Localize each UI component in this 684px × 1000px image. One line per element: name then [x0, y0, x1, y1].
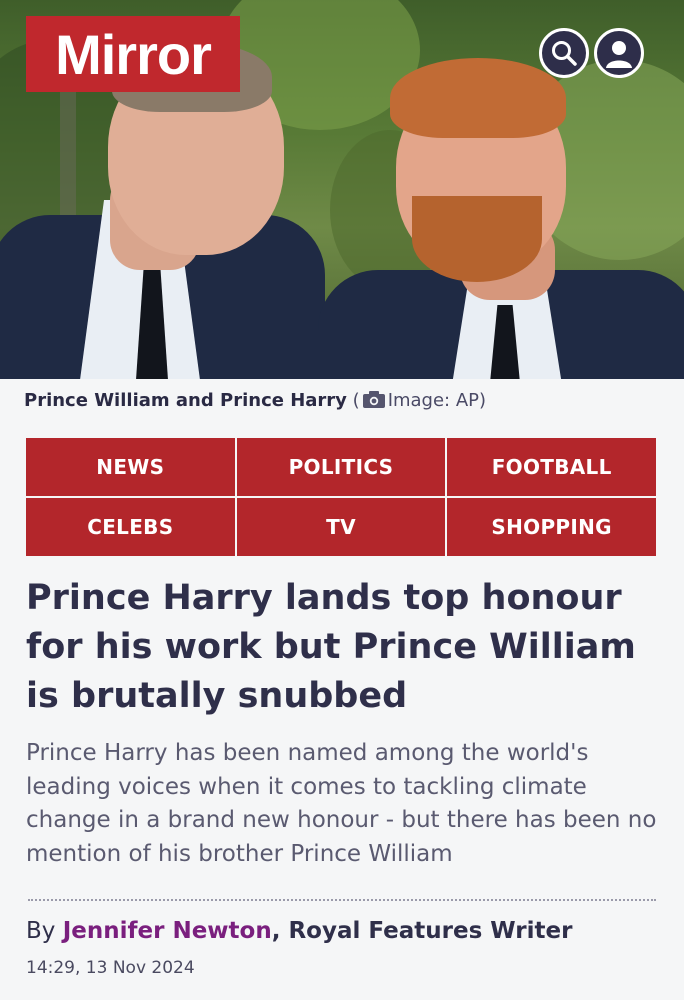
image-caption: Prince William and Prince Harry ( Image: …: [24, 390, 486, 411]
section-nav: NEWS POLITICS FOOTBALL CELEBS TV SHOPPIN…: [26, 438, 656, 556]
credit-prefix: (: [352, 390, 360, 411]
search-icon: [552, 41, 577, 66]
nav-celebs[interactable]: CELEBS: [26, 498, 235, 556]
article-standfirst: Prince Harry has been named among the wo…: [26, 740, 657, 867]
search-button[interactable]: [539, 28, 589, 78]
nav-shopping[interactable]: SHOPPING: [447, 498, 656, 556]
nav-football[interactable]: FOOTBALL: [447, 438, 656, 496]
caption-text: Prince William and Prince Harry: [24, 390, 347, 411]
nav-tv[interactable]: TV: [236, 498, 446, 556]
logo-text: Mirror: [55, 22, 212, 86]
article-headline: Prince Harry lands top honour for his wo…: [26, 578, 636, 716]
account-button[interactable]: [594, 28, 644, 78]
publish-timestamp: 14:29, 13 Nov 2024: [26, 958, 195, 978]
author-link[interactable]: Jennifer Newton: [63, 918, 272, 944]
user-icon: [606, 41, 632, 68]
mirror-logo[interactable]: Mirror: [26, 16, 240, 92]
divider: [28, 899, 656, 901]
image-credit: Image: AP): [387, 390, 487, 411]
camera-icon: [362, 391, 385, 408]
nav-politics[interactable]: POLITICS: [236, 438, 446, 496]
author-role: , Royal Features Writer: [271, 918, 573, 944]
byline-prefix: By: [26, 918, 63, 944]
nav-news[interactable]: NEWS: [26, 438, 235, 496]
byline: By Jennifer Newton, Royal Features Write…: [26, 918, 572, 944]
